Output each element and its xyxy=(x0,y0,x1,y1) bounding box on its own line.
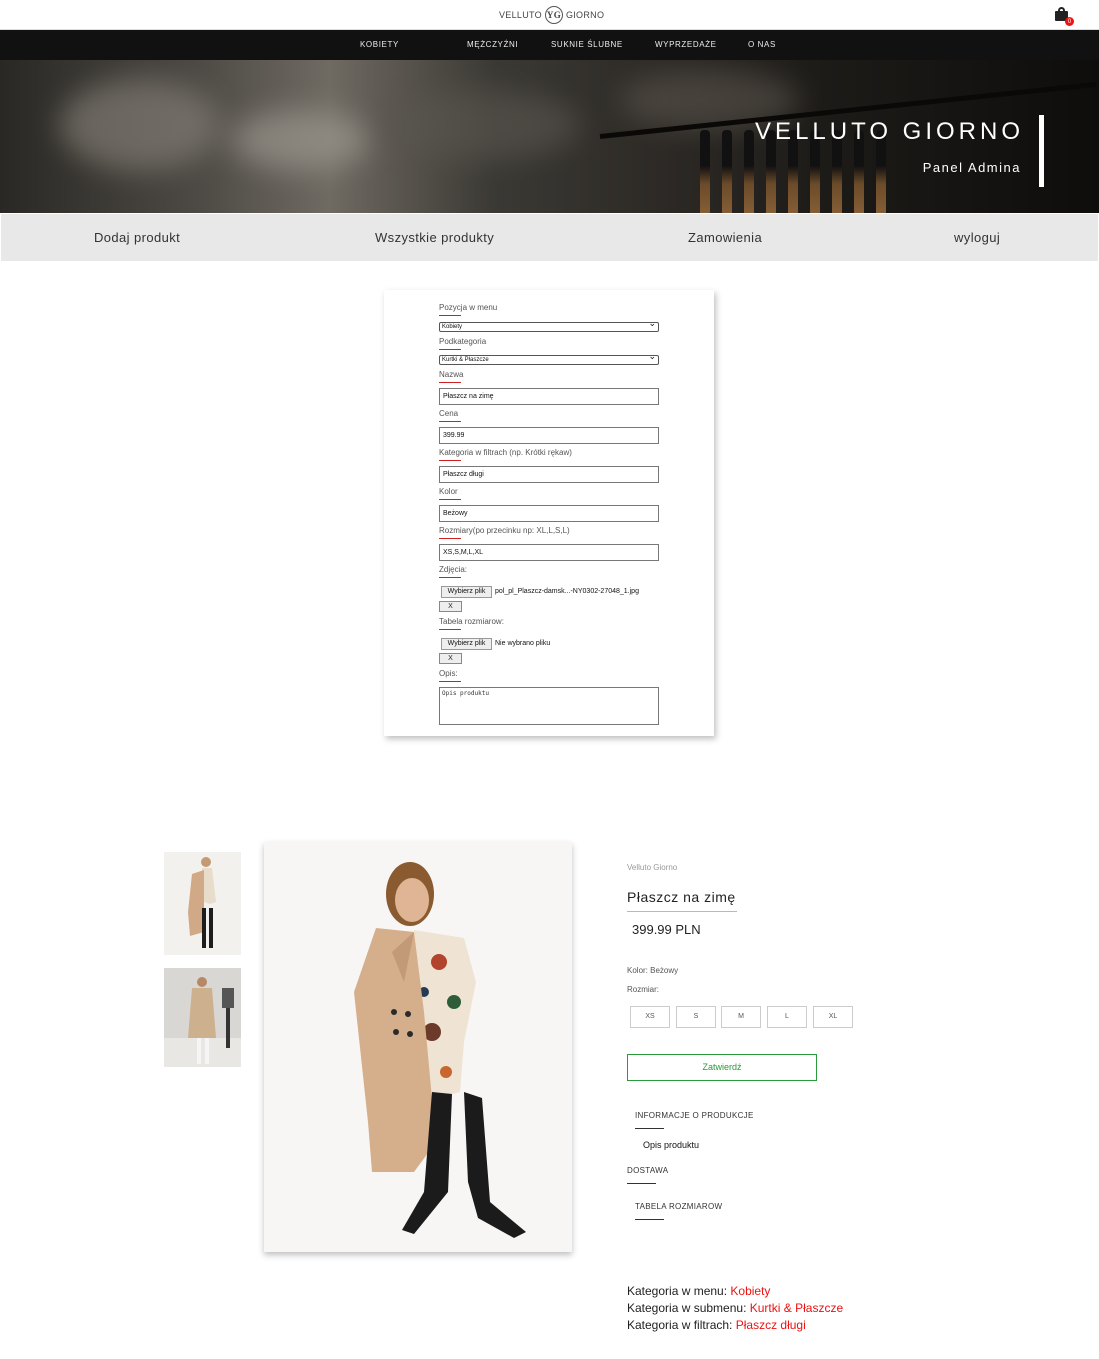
sizes-label: Rozmiary(po przecinku np: XL,L,S,L) xyxy=(439,526,570,539)
product-description: Opis produktu xyxy=(643,1140,700,1150)
site-logo[interactable]: VELLUTO YG GIORNO xyxy=(499,6,604,24)
menu-category-value[interactable]: Kobiety xyxy=(730,1284,770,1298)
photos-file-name: pol_pl_Plaszcz-damsk...-NY0302-27048_1.j… xyxy=(495,588,639,595)
size-table-remove-button[interactable]: X xyxy=(439,653,462,664)
hanger-shape xyxy=(722,130,732,213)
thumbnail-1[interactable] xyxy=(164,852,241,955)
accordion-underline xyxy=(635,1219,664,1220)
filter-category-label: Kategoria w filtrach (np. Krótki rękaw) xyxy=(439,448,572,461)
filter-category-label-preview: Kategoria w filtrach: xyxy=(627,1318,736,1332)
color-input[interactable]: Beżowy xyxy=(439,505,659,522)
name-label: Nazwa xyxy=(439,370,464,383)
price-label: Cena xyxy=(439,409,462,422)
product-color: Kolor: Beżowy xyxy=(627,966,679,975)
hero-blur-shape xyxy=(380,90,580,160)
menu-category-label: Kategoria w menu: xyxy=(627,1284,731,1298)
logo-text-left: VELLUTO xyxy=(499,10,542,20)
price-input[interactable]: 399.99 xyxy=(439,427,659,444)
product-brand: Velluto Giorno xyxy=(627,863,678,872)
menu-position-label: Pozycja w menu xyxy=(439,303,498,316)
submenu-category-line: Kategoria w submenu: Kurtki & Płaszcze xyxy=(627,1301,843,1315)
color-label: Kolor xyxy=(439,487,461,500)
sizes-input[interactable]: XS,S,M,L,XL xyxy=(439,544,659,561)
admin-menu-logout[interactable]: wyloguj xyxy=(954,230,1000,245)
product-price: 399.99 PLN xyxy=(632,922,701,937)
admin-menu-all-products[interactable]: Wszystkie produkty xyxy=(375,230,494,245)
filter-category-input[interactable]: Płaszcz długi xyxy=(439,466,659,483)
add-product-form: Pozycja w menu Kobiety Podkategoria Kurt… xyxy=(384,290,714,736)
size-option-xs[interactable]: XS xyxy=(630,1006,670,1028)
size-label: Rozmiar: xyxy=(627,985,660,994)
hero-banner: VELLUTO GIORNO Panel Admina xyxy=(0,60,1099,213)
cart-button[interactable]: 0 xyxy=(1055,7,1074,26)
size-table-label: Tabela rozmiarow: xyxy=(439,617,504,630)
model-coat-image xyxy=(164,852,241,955)
hanger-shape xyxy=(744,130,754,213)
nav-item-wyprzedaze[interactable]: WYPRZEDAŻE xyxy=(655,40,717,49)
nav-item-kobiety[interactable]: KOBIETY xyxy=(360,40,399,49)
photos-choose-file-button[interactable]: Wybierz plik xyxy=(441,586,492,598)
filter-category-value[interactable]: Płaszcz długi xyxy=(736,1318,806,1332)
photos-remove-button[interactable]: X xyxy=(439,601,462,612)
submenu-category-value[interactable]: Kurtki & Płaszcze xyxy=(750,1301,843,1315)
description-label: Opis: xyxy=(439,669,461,682)
hero-blur-shape xyxy=(60,80,220,170)
size-option-xl[interactable]: XL xyxy=(813,1006,853,1028)
model-interior-image xyxy=(164,968,241,1067)
nav-item-mezczyzni[interactable]: MĘŻCZYŹNI xyxy=(467,40,518,49)
hero-subtitle: Panel Admina xyxy=(922,160,1021,175)
accordion-underline xyxy=(635,1128,664,1129)
logo-mark: YG xyxy=(544,6,563,24)
main-nav: KOBIETY MĘŻCZYŹNI SUKNIE ŚLUBNE WYPRZEDA… xyxy=(0,30,1099,60)
accordion-size-table[interactable]: TABELA ROZMIAROW xyxy=(635,1202,722,1211)
nav-item-suknie-slubne[interactable]: SUKNIE ŚLUBNE xyxy=(551,40,623,49)
subcategory-select[interactable]: Kurtki & Płaszcze xyxy=(439,352,659,365)
product-name: Płaszcz na zimę xyxy=(627,889,736,905)
menu-position-select[interactable]: Kobiety xyxy=(439,319,659,332)
size-option-s[interactable]: S xyxy=(676,1006,716,1028)
hero-blur-shape xyxy=(230,110,370,170)
accordion-product-info[interactable]: INFORMACJE O PRODUKCJE xyxy=(635,1111,754,1120)
submit-button[interactable]: Zatwierdź xyxy=(627,1054,817,1081)
thumbnail-2[interactable] xyxy=(164,968,241,1067)
photos-label: Zdjęcia: xyxy=(439,565,468,578)
model-coat-photo xyxy=(264,842,572,1252)
filter-category-line: Kategoria w filtrach: Płaszcz długi xyxy=(627,1318,806,1332)
subcategory-label: Podkategoria xyxy=(439,337,487,350)
admin-menu: Dodaj produkt Wszystkie produkty Zamowie… xyxy=(1,214,1098,261)
hero-accent-bar xyxy=(1039,115,1044,187)
accordion-underline xyxy=(627,1183,656,1184)
size-table-choose-file-button[interactable]: Wybierz plik xyxy=(441,638,492,650)
accordion-delivery[interactable]: DOSTAWA xyxy=(627,1166,668,1175)
product-name-underline xyxy=(627,911,737,912)
main-product-photo xyxy=(264,842,572,1252)
size-option-l[interactable]: L xyxy=(767,1006,807,1028)
cart-count-badge: 0 xyxy=(1065,17,1074,26)
hanger-shape xyxy=(700,130,710,213)
size-table-file-name: Nie wybrano pliku xyxy=(495,640,551,647)
name-input[interactable]: Płaszcz na zimę xyxy=(439,388,659,405)
hero-title: VELLUTO GIORNO xyxy=(755,118,1024,145)
size-option-m[interactable]: M xyxy=(721,1006,761,1028)
logo-text-right: GIORNO xyxy=(565,10,605,20)
top-bar: VELLUTO YG GIORNO 0 xyxy=(0,0,1099,30)
admin-menu-add-product[interactable]: Dodaj produkt xyxy=(94,230,180,245)
submenu-category-label: Kategoria w submenu: xyxy=(627,1301,750,1315)
nav-item-o-nas[interactable]: O NAS xyxy=(748,40,776,49)
menu-category-line: Kategoria w menu: Kobiety xyxy=(627,1284,770,1298)
admin-menu-orders[interactable]: Zamowienia xyxy=(688,230,762,245)
description-textarea[interactable]: Opis produktu xyxy=(439,687,659,725)
